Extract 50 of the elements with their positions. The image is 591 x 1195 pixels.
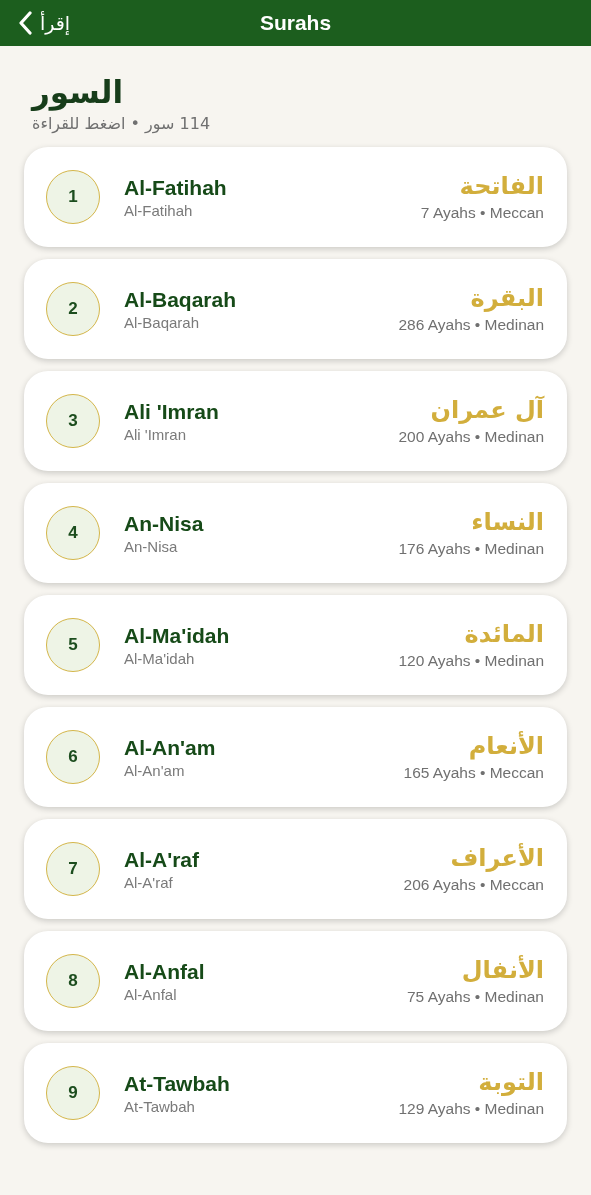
surah-name: Al-Anfal [124,959,205,984]
surah-name: Al-A'raf [124,847,199,872]
surah-number: 5 [46,618,100,672]
surah-info: 7 Ayahs • Meccan [420,204,544,222]
surah-name: Al-Baqarah [124,287,237,312]
surah-info: 200 Ayahs • Medinan [398,428,544,446]
surah-name: Ali 'Imran [124,399,219,424]
surah-info: 286 Ayahs • Medinan [398,316,544,334]
surah-number: 6 [46,730,100,784]
surah-arabic-name: المائدة [464,620,544,648]
surah-name: Al-Fatihah [124,175,227,200]
surah-number: 3 [46,394,100,448]
surah-name: An-Nisa [124,511,204,536]
surah-number: 1 [46,170,100,224]
surah-arabic-name: الأنفال [461,956,544,984]
surah-info: 206 Ayahs • Meccan [403,876,544,894]
surah-arabic-name: النساء [471,508,544,536]
chevron-left-icon [18,11,32,35]
surah-info: 165 Ayahs • Meccan [403,764,544,782]
surah-number: 2 [46,282,100,336]
nav-title: Surahs [259,11,332,35]
surah-arabic-name: الفاتحة [459,172,544,200]
surah-transliteration: Ali 'Imran [124,425,187,443]
surah-transliteration: Al-Baqarah [124,313,200,331]
surah-arabic-name: البقرة [470,284,544,312]
surah-transliteration: An-Nisa [124,537,178,555]
surah-arabic-name: الأعراف [450,844,544,872]
surah-info: 75 Ayahs • Medinan [407,988,544,1006]
surah-transliteration: Al-An'am [124,761,185,779]
surah-number: 4 [46,506,100,560]
surah-transliteration: Al-Ma'idah [124,649,195,667]
surah-name: Al-Ma'idah [124,623,230,648]
surah-number: 9 [46,1066,100,1120]
surah-name: Al-An'am [124,735,216,760]
surah-transliteration: Al-Anfal [124,985,177,1003]
surah-info: 176 Ayahs • Medinan [398,540,544,558]
surah-info: 120 Ayahs • Medinan [398,652,544,670]
surah-number: 8 [46,954,100,1008]
surah-transliteration: At-Tawbah [124,1097,195,1115]
surah-arabic-name: آل عمران [430,396,544,424]
surah-arabic-name: الأنعام [468,732,544,760]
surah-number: 7 [46,842,100,896]
surah-transliteration: Al-Fatihah [124,201,193,219]
page-title: السور [32,74,124,110]
page-subtitle: 114 سور • اضغط للقراءة [32,114,211,133]
surah-arabic-name: التوبة [478,1068,544,1096]
surah-info: 129 Ayahs • Medinan [398,1100,544,1118]
surah-name: At-Tawbah [124,1071,230,1096]
back-button[interactable]: إقرأ [0,11,71,35]
surah-transliteration: Al-A'raf [124,873,173,891]
